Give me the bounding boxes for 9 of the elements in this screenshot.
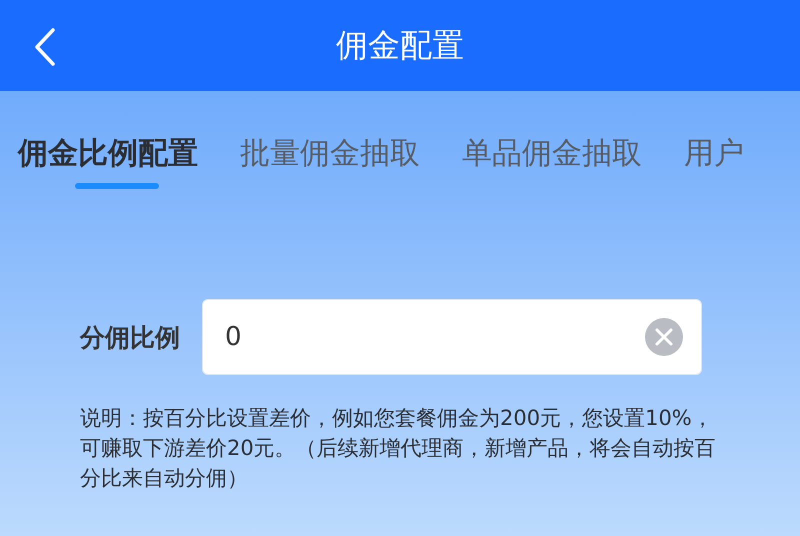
back-icon[interactable]: [34, 27, 56, 67]
tab[interactable]: 佣金比例配置: [18, 129, 198, 179]
tab[interactable]: 用户: [684, 129, 744, 179]
ratio-input-field[interactable]: 0: [202, 299, 702, 375]
tab[interactable]: 批量佣金抽取: [240, 129, 420, 179]
description-text: 说明：按百分比设置差价，例如您套餐佣金为200元，您设置10%，可赚取下游差价20元。（后续新增代理商，新增产品，将会自动按百分比来自动分佣）: [80, 405, 717, 492]
tab[interactable]: 单品佣金抽取: [462, 129, 642, 179]
page-title: 佣金配置: [336, 24, 464, 66]
field-label: 分佣比例: [80, 322, 180, 354]
